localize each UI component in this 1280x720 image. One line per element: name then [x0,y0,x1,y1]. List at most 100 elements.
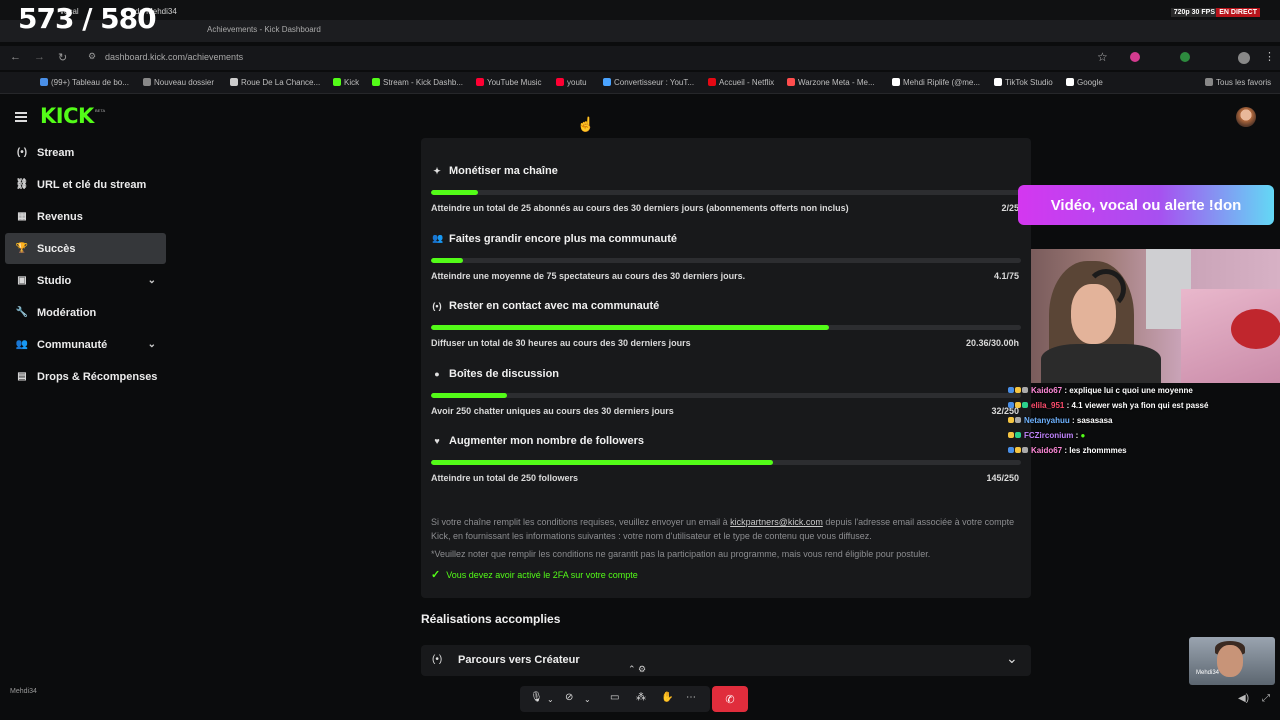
sidebar-item-stream[interactable]: (•) Stream [5,137,166,168]
volume-icon[interactable]: ◀) [1238,693,1249,704]
achievement-progress-value: 20.36/30.00h [965,338,1019,348]
bookmark-favicon-icon [143,78,151,86]
screen-share-icon[interactable]: ▭ [610,692,619,703]
bookmark-item[interactable]: TikTok Studio [994,78,1053,87]
reload-icon[interactable]: ↻ [58,51,67,64]
user-avatar[interactable] [1236,107,1256,127]
kick-logo[interactable]: KICK [40,104,94,128]
emote-icon: ● [1080,431,1086,440]
chat-username: elila_951 [1031,401,1065,410]
partner-email-link[interactable]: kickpartners@kick.com [730,517,823,527]
studio-icon: ▣ [17,275,27,286]
live-badge: EN DIRECT [1216,8,1260,17]
beta-tag: BETA [95,108,106,113]
pip-webcam [1189,637,1275,685]
chevron-down-icon[interactable]: ⌄ [1006,650,1018,667]
folder-icon [1205,78,1213,86]
extension-icon[interactable] [1130,52,1140,62]
progress-fill [431,460,774,465]
apps-icon[interactable]: ⁂ [636,692,646,703]
bookmark-item[interactable]: Nouveau dossier [143,78,214,87]
sidebar-item-mod-ration[interactable]: 🔧 Modération [5,297,166,328]
chat-badge-icon [1022,447,1028,453]
bookmark-item[interactable]: Warzone Meta - Me... [787,78,875,87]
microphone-icon[interactable]: 🎙 [530,692,543,703]
gift-icon: ▤ [17,371,27,382]
url-input[interactable]: dashboard.kick.com/achievements [105,52,243,62]
bookmark-item[interactable]: YouTube Music [476,78,542,87]
creator-path-label: Parcours vers Créateur [458,654,580,666]
expand-up-icon[interactable]: ⌃ ⚙ [628,664,646,675]
bookmark-favicon-icon [333,78,341,86]
achievement-progress-bar [431,325,1021,330]
bookmark-item[interactable]: Convertisseur : YouT... [603,78,694,87]
bookmark-favicon-icon [603,78,611,86]
back-icon[interactable]: ← [10,51,21,63]
end-call-button[interactable]: ✆ [712,686,748,712]
browser-tab-achievements[interactable]: Achievements - Kick Dashboard [207,25,321,34]
sidebar-item-succ-s[interactable]: 🏆 Succès [5,233,166,264]
people-icon: 👥 [432,233,444,243]
chevron-down-icon[interactable]: ⌄ [148,339,156,350]
sparkle-icon: ✦ [433,165,441,176]
bookmark-item[interactable]: Google [1066,78,1103,87]
achievement-progress-value: 145/250 [986,473,1019,483]
more-options-icon[interactable]: ⋯ [686,692,696,703]
sidebar-item-studio[interactable]: ▣ Studio ⌄ [5,265,166,296]
sidebar-item-drops-r-compenses[interactable]: ▤ Drops & Récompenses [5,361,166,392]
achievement-progress-bar [431,392,1021,398]
sidebar-item-url-et-cl-du-stream[interactable]: ⛓ URL et clé du stream [5,169,166,200]
forward-icon[interactable]: → [34,51,45,63]
chat-username: Netanyahuu [1024,416,1070,425]
more-icon[interactable]: ⋮ [1264,50,1275,63]
extension-icon[interactable] [1180,52,1190,62]
completed-achievements-title: Réalisations accomplies [421,612,561,626]
bookmark-item[interactable]: Stream - Kick Dashb... [372,78,463,87]
chat-message: Kaido67 : les zhommmes [1008,446,1127,455]
chat-username: Kaido67 [1031,446,1063,455]
bookmark-item[interactable]: Roue De La Chance... [230,78,320,87]
hamburger-menu-icon[interactable] [15,112,27,122]
stream-top-strip [0,0,1280,22]
chevron-down-icon[interactable]: ⌄ [584,695,591,704]
bookmark-favicon-icon [476,78,484,86]
sidebar-item-label: URL et clé du stream [37,178,147,191]
all-favorites-link[interactable]: Tous les favoris [1205,78,1271,87]
sidebar-item-revenus[interactable]: ▦ Revenus [5,201,166,232]
profile-icon[interactable] [1238,52,1250,64]
bookmark-item[interactable]: Accueil - Netflix [708,78,774,87]
achievements-panel: ✦ Monétiser ma chaîne Atteindre un total d… [421,138,1031,598]
star-icon[interactable]: ☆ [1097,50,1108,64]
sidebar-item-label: Drops & Récompenses [37,370,158,383]
bookmark-item[interactable]: Mehdi Riplife (@me... [892,78,980,87]
achievement-title: ● Boîtes de discussion [432,368,559,380]
chart-icon: ▦ [17,211,27,222]
site-info-icon[interactable]: ⚙ [88,51,96,62]
reactions-icon[interactable]: ✋ [661,692,673,703]
pip-name: Mehdi34 [1196,670,1220,676]
achievement-description: Avoir 250 chatter uniques au cours des 3… [431,405,674,416]
chevron-down-icon[interactable]: ⌄ [148,275,156,286]
chat-badge-icon [1008,402,1014,408]
camera-off-icon[interactable]: ⊘ [565,692,573,703]
mouse-cursor-icon: ☝ [577,116,595,132]
viewer-counter: 573 / 580 [18,2,157,35]
bookmark-item[interactable]: Kick [333,78,359,87]
sidebar-item-label: Modération [37,306,97,319]
chat-username: Kaido67 [1031,386,1063,395]
chevron-down-icon[interactable]: ⌄ [547,695,554,704]
chat-text: explique lui c quoi une moyenne [1069,386,1193,395]
check-icon: ✓ [431,569,441,581]
fullscreen-icon[interactable]: ⤢ [1262,693,1270,704]
bookmark-favicon-icon [1066,78,1074,86]
twofa-requirement: ✓ Vous devez avoir activé le 2FA sur vot… [431,569,638,581]
bookmark-item[interactable]: youtu [556,78,587,87]
chat-message: elila_951 : 4.1 viewer wsh ya fion qui e… [1008,401,1208,410]
wrench-icon: 🔧 [15,307,29,318]
achievement-progress-bar [431,460,1021,465]
chat-username: FCZirconium [1024,431,1074,440]
chat-badge-icon [1008,417,1014,423]
chat-badge-icon [1015,432,1021,438]
sidebar-item-communaut[interactable]: 👥 Communauté ⌄ [5,329,166,360]
bookmark-item[interactable]: (99+) Tableau de bo... [40,78,129,87]
